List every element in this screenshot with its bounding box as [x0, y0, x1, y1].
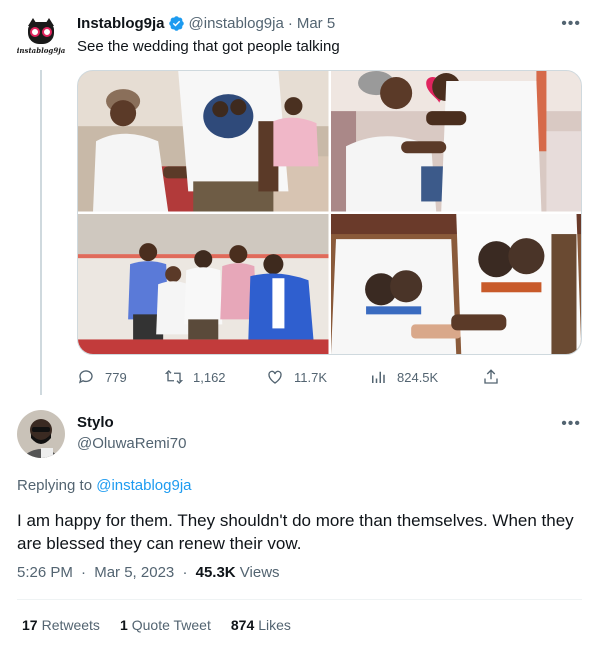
- reply-time[interactable]: 5:26 PM: [17, 564, 73, 581]
- retweet-icon: [165, 370, 183, 384]
- like-button[interactable]: 11.7K: [266, 368, 327, 386]
- avatar-logo-text: instablog9ja: [16, 45, 66, 55]
- owl-logo-icon: [26, 17, 56, 44]
- views-count: 824.5K: [397, 369, 439, 385]
- share-icon: [484, 369, 498, 384]
- share-button[interactable]: [482, 368, 510, 386]
- photo-tshirts-closeup-icon: [330, 213, 581, 354]
- meta-dot-2: ·: [182, 564, 188, 581]
- views-button[interactable]: 824.5K: [369, 368, 438, 386]
- media-grid: [77, 70, 582, 355]
- likes-stat[interactable]: 874 Likes: [231, 617, 291, 633]
- reply-icon: [78, 370, 93, 384]
- tweet-header: Instablog9ja @instablog9ja · Mar 5: [77, 15, 335, 32]
- likes-label: Likes: [258, 617, 291, 633]
- reply-count: 779: [105, 369, 127, 385]
- photo-4[interactable]: [330, 213, 581, 354]
- quotes-stat[interactable]: 1 Quote Tweet: [120, 617, 211, 633]
- reply-text: I am happy for them. They shouldn't do m…: [17, 511, 574, 553]
- reply-date[interactable]: Mar 5, 2023: [94, 564, 174, 581]
- photo-2[interactable]: [330, 71, 581, 212]
- photo-group-icon: [78, 213, 329, 354]
- original-tweet[interactable]: instablog9ja Instablog9ja @instablog9ja …: [0, 0, 599, 400]
- stats-divider: [17, 599, 582, 600]
- likes-count: 874: [230, 617, 255, 633]
- photo-couple-exchange-icon: [78, 71, 329, 212]
- dot-separator: ·: [287, 15, 293, 32]
- retweets-count: 17: [22, 617, 38, 633]
- photo-1[interactable]: [78, 71, 329, 212]
- meta-dot-1: ·: [81, 564, 87, 581]
- quotes-count: 1: [119, 617, 128, 633]
- tweet-text: See the wedding that got people talking: [77, 38, 340, 55]
- profile-photo-icon: [17, 410, 65, 458]
- verified-badge-icon: [168, 16, 184, 31]
- analytics-icon: [372, 371, 385, 383]
- replying-to: Replying to @instablog9ja: [17, 477, 192, 494]
- photo-couple-kiss-icon: [330, 71, 581, 212]
- like-count: 11.7K: [294, 369, 328, 385]
- instablog9ja-avatar[interactable]: instablog9ja: [17, 13, 65, 61]
- replying-to-link[interactable]: @instablog9ja: [96, 477, 191, 494]
- reply-views-label: Views: [235, 564, 280, 581]
- quotes-label: Quote Tweet: [131, 617, 211, 633]
- retweets-stat[interactable]: 17 Retweets: [22, 617, 100, 633]
- reply-more-options-icon[interactable]: •••: [561, 415, 581, 433]
- heart-icon: [268, 370, 282, 384]
- retweets-label: Retweets: [41, 617, 100, 633]
- reply-meta: 5:26 PM · Mar 5, 2023 · 45.3K Views: [17, 564, 280, 581]
- author-handle[interactable]: @instablog9ja: [189, 15, 284, 32]
- retweet-button[interactable]: 1,162: [165, 368, 226, 386]
- photo-3[interactable]: [78, 213, 329, 354]
- reply-stats: 17 Retweets 1 Quote Tweet 874 Likes: [22, 617, 311, 633]
- reply-author-name[interactable]: Stylo: [77, 414, 114, 431]
- stylo-avatar[interactable]: [17, 410, 65, 458]
- tweet-date[interactable]: Mar 5: [297, 15, 335, 32]
- replying-prefix: Replying to: [17, 477, 97, 494]
- reply-button[interactable]: 779: [77, 368, 127, 386]
- reply-author-handle[interactable]: @OluwaRemi70: [77, 435, 186, 452]
- retweet-count: 1,162: [193, 369, 226, 385]
- tweet-action-bar: 779 1,162 11.7K 824.5K: [77, 368, 517, 388]
- author-name[interactable]: Instablog9ja: [77, 15, 165, 32]
- reply-views-count: 45.3K: [195, 564, 236, 581]
- more-options-icon[interactable]: •••: [561, 15, 581, 33]
